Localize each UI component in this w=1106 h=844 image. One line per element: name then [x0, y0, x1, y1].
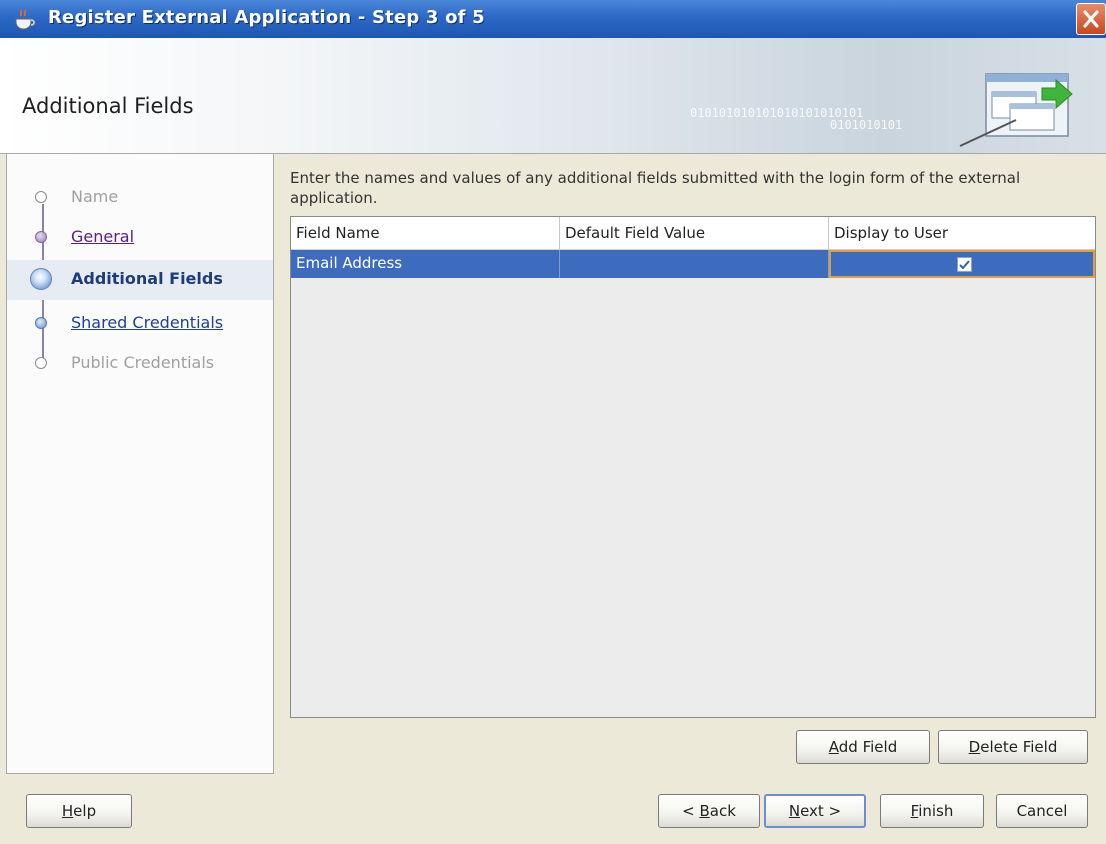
- close-icon: [1083, 10, 1099, 28]
- mnemonic: D: [968, 738, 981, 756]
- step-label[interactable]: General: [71, 227, 134, 246]
- step-indicator-icon: [30, 268, 52, 290]
- button-label: elp: [73, 802, 97, 820]
- button-label-prefix: <: [682, 802, 700, 820]
- column-header-default-value[interactable]: Default Field Value: [560, 217, 829, 249]
- wizard-steps-panel: Name General Additional Fields Shared Cr…: [6, 154, 274, 774]
- display-to-user-checkbox[interactable]: [957, 257, 972, 272]
- finish-button[interactable]: Finish: [880, 794, 984, 828]
- help-button[interactable]: Help: [26, 794, 132, 828]
- checkmark-icon: [959, 260, 970, 270]
- step-name: Name: [7, 178, 273, 218]
- step-indicator-icon: [35, 231, 47, 243]
- back-button[interactable]: < Back: [658, 794, 760, 828]
- step-label: Additional Fields: [71, 269, 223, 288]
- column-header-display-to-user[interactable]: Display to User: [829, 217, 1095, 249]
- table-header: Field Name Default Field Value Display t…: [291, 217, 1095, 250]
- wizard-window-graphic-icon: [959, 73, 1073, 147]
- cell-display-to-user[interactable]: [829, 250, 1095, 278]
- column-header-field-name[interactable]: Field Name: [291, 217, 560, 249]
- next-button[interactable]: Next >: [764, 794, 866, 828]
- step-public-credentials: Public Credentials: [7, 344, 273, 384]
- mnemonic: A: [828, 738, 839, 756]
- button-label: inish: [918, 802, 954, 820]
- button-label: ext >: [800, 802, 842, 820]
- binary-decoration-2: 0101010101: [830, 118, 903, 132]
- cell-default-value[interactable]: [560, 250, 829, 278]
- cancel-button[interactable]: Cancel: [996, 794, 1088, 828]
- step-indicator-icon: [35, 357, 47, 369]
- window-title: Register External Application - Step 3 o…: [48, 7, 485, 28]
- instructions-text: Enter the names and values of any additi…: [290, 169, 1021, 207]
- button-label: ack: [709, 802, 736, 820]
- page-title: Additional Fields: [22, 94, 194, 118]
- coffee-cup-icon: [15, 9, 35, 30]
- button-label: dd Field: [838, 738, 898, 756]
- close-button[interactable]: [1076, 3, 1106, 35]
- step-indicator-icon: [35, 317, 47, 329]
- button-label: elete Field: [980, 738, 1058, 756]
- step-additional-fields: Additional Fields: [7, 260, 273, 300]
- step-indicator-icon: [35, 191, 47, 203]
- cell-field-name[interactable]: Email Address: [291, 250, 560, 278]
- mnemonic: N: [788, 802, 801, 820]
- step-general[interactable]: General: [7, 218, 273, 258]
- delete-field-button[interactable]: Delete Field: [938, 730, 1088, 764]
- add-field-button[interactable]: Add Field: [796, 730, 930, 764]
- step-shared-credentials[interactable]: Shared Credentials: [7, 304, 273, 344]
- title-bar: Register External Application - Step 3 o…: [0, 0, 1106, 38]
- mnemonic: H: [61, 802, 74, 820]
- step-label: Public Credentials: [71, 353, 215, 372]
- additional-fields-table[interactable]: Field Name Default Field Value Display t…: [290, 216, 1096, 718]
- mnemonic: B: [699, 802, 710, 820]
- step-label[interactable]: Shared Credentials: [71, 313, 223, 332]
- table-row[interactable]: Email Address: [291, 250, 1095, 278]
- wizard-header: Additional Fields 0101010101010101010101…: [0, 38, 1106, 154]
- step-label: Name: [71, 187, 119, 206]
